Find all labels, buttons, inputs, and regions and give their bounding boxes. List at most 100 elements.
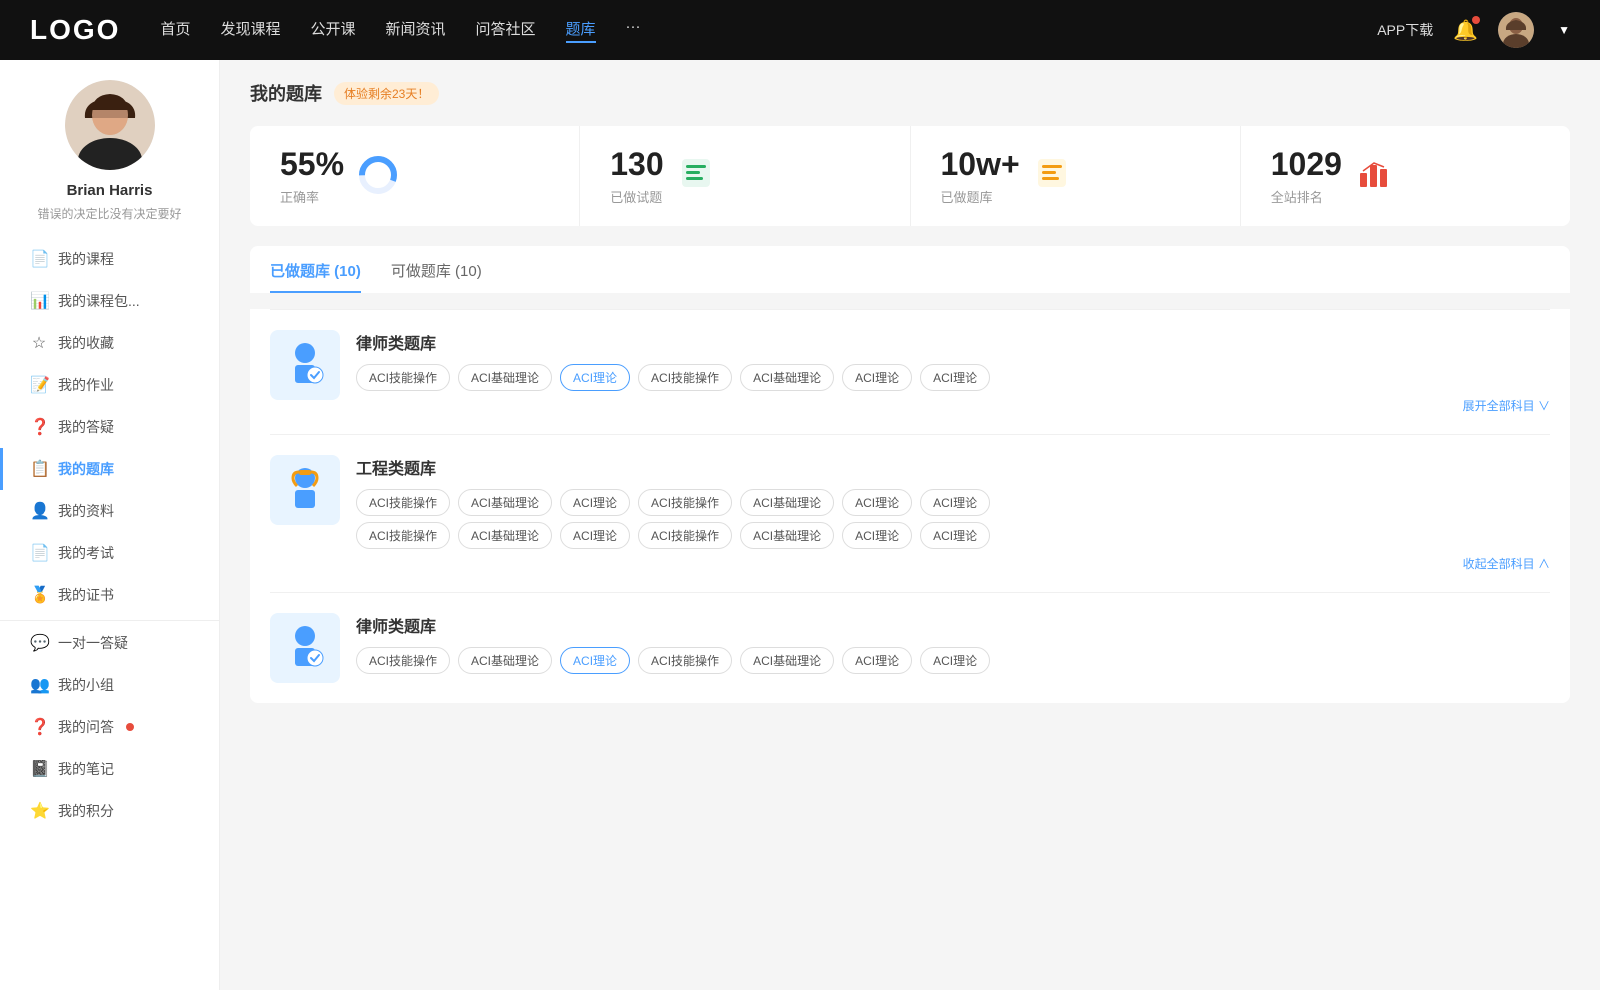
tag-2-6[interactable]: ACI理论 <box>920 489 990 516</box>
sidebar-item-certificates[interactable]: 🏅 我的证书 <box>0 574 219 616</box>
tag-2b-2[interactable]: ACI理论 <box>560 522 630 549</box>
tag-1-0[interactable]: ACI技能操作 <box>356 364 450 391</box>
homework-icon: 📝 <box>30 375 48 395</box>
sidebar: Brian Harris 错误的决定比没有决定要好 📄 我的课程 📊 我的课程包… <box>0 60 220 990</box>
qbank-name-3: 律师类题库 <box>356 613 1550 637</box>
stats-row: 55% 正确率 130 已做试题 <box>250 126 1570 226</box>
sidebar-label-favorites: 我的收藏 <box>58 333 114 353</box>
notification-dot <box>1472 16 1480 24</box>
sidebar-item-myqa[interactable]: ❓ 我的问答 <box>0 706 219 748</box>
nav-more[interactable]: ··· <box>626 18 641 43</box>
tag-1-3[interactable]: ACI技能操作 <box>638 364 732 391</box>
done-questions-icon <box>678 155 714 198</box>
stat-rank-value: 1029 <box>1271 146 1342 183</box>
tag-3-0[interactable]: ACI技能操作 <box>356 647 450 674</box>
tag-1-2[interactable]: ACI理论 <box>560 364 630 391</box>
done-banks-icon <box>1034 155 1070 198</box>
sidebar-item-qa[interactable]: ❓ 我的答疑 <box>0 406 219 448</box>
expand-link-1[interactable]: 展开全部科目 ∨ <box>356 397 1550 414</box>
stat-done-questions: 130 已做试题 <box>580 126 910 226</box>
sidebar-item-exams[interactable]: 📄 我的考试 <box>0 532 219 574</box>
tab-done[interactable]: 已做题库 (10) <box>270 260 361 293</box>
tag-2b-1[interactable]: ACI基础理论 <box>458 522 552 549</box>
qbank-info-2: 工程类题库 ACI技能操作 ACI基础理论 ACI理论 ACI技能操作 ACI基… <box>356 455 1550 572</box>
tag-1-6[interactable]: ACI理论 <box>920 364 990 391</box>
tag-3-1[interactable]: ACI基础理论 <box>458 647 552 674</box>
notification-bell[interactable]: 🔔 <box>1453 18 1478 43</box>
qbank-header-2: 工程类题库 ACI技能操作 ACI基础理论 ACI理论 ACI技能操作 ACI基… <box>270 455 1550 572</box>
tag-3-5[interactable]: ACI理论 <box>842 647 912 674</box>
tab-available[interactable]: 可做题库 (10) <box>391 260 482 293</box>
avatar[interactable] <box>1498 12 1534 48</box>
tag-3-4[interactable]: ACI基础理论 <box>740 647 834 674</box>
qbank-icon-lawyer-1 <box>270 330 340 400</box>
qbank-icon: 📋 <box>30 459 48 479</box>
tag-2b-3[interactable]: ACI技能操作 <box>638 522 732 549</box>
tags-row-1: ACI技能操作 ACI基础理论 ACI理论 ACI技能操作 ACI基础理论 AC… <box>356 364 1550 391</box>
packages-icon: 📊 <box>30 291 48 311</box>
tag-2-5[interactable]: ACI理论 <box>842 489 912 516</box>
myqa-dot <box>126 723 134 731</box>
groups-icon: 👥 <box>30 675 48 695</box>
sidebar-item-groups[interactable]: 👥 我的小组 <box>0 664 219 706</box>
tag-3-6[interactable]: ACI理论 <box>920 647 990 674</box>
notes-icon: 📓 <box>30 759 48 779</box>
tag-1-4[interactable]: ACI基础理论 <box>740 364 834 391</box>
tag-2-1[interactable]: ACI基础理论 <box>458 489 552 516</box>
sidebar-item-qbank[interactable]: 📋 我的题库 <box>0 448 219 490</box>
sidebar-label-homework: 我的作业 <box>58 375 114 395</box>
nav-news[interactable]: 新闻资讯 <box>386 18 446 43</box>
sidebar-item-favorites[interactable]: ☆ 我的收藏 <box>0 322 219 364</box>
qbank-info-1: 律师类题库 ACI技能操作 ACI基础理论 ACI理论 ACI技能操作 ACI基… <box>356 330 1550 414</box>
sidebar-item-courses[interactable]: 📄 我的课程 <box>0 238 219 280</box>
user-menu-chevron[interactable]: ▼ <box>1558 23 1570 37</box>
tag-2b-6[interactable]: ACI理论 <box>920 522 990 549</box>
sidebar-label-qbank: 我的题库 <box>58 459 114 479</box>
tab-bar: 已做题库 (10) 可做题库 (10) <box>250 246 1570 293</box>
sidebar-label-courses: 我的课程 <box>58 249 114 269</box>
sidebar-label-packages: 我的课程包... <box>58 291 140 311</box>
tag-2-0[interactable]: ACI技能操作 <box>356 489 450 516</box>
qbank-header-1: 律师类题库 ACI技能操作 ACI基础理论 ACI理论 ACI技能操作 ACI基… <box>270 330 1550 414</box>
sidebar-label-1on1: 一对一答疑 <box>58 633 128 653</box>
nav-qa[interactable]: 问答社区 <box>476 18 536 43</box>
nav-opencourse[interactable]: 公开课 <box>310 18 355 43</box>
tag-2b-0[interactable]: ACI技能操作 <box>356 522 450 549</box>
page-header: 我的题库 体验剩余23天！ <box>250 80 1570 106</box>
sidebar-label-exams: 我的考试 <box>58 543 114 563</box>
tag-3-2[interactable]: ACI理论 <box>560 647 630 674</box>
tag-2-2[interactable]: ACI理论 <box>560 489 630 516</box>
sidebar-item-1on1[interactable]: 💬 一对一答疑 <box>0 620 219 664</box>
app-download-btn[interactable]: APP下载 <box>1377 20 1433 40</box>
tags-row-3: ACI技能操作 ACI基础理论 ACI理论 ACI技能操作 ACI基础理论 AC… <box>356 647 1550 674</box>
sidebar-label-qa: 我的答疑 <box>58 417 114 437</box>
stat-accuracy-value: 55% <box>280 146 344 183</box>
myqa-icon: ❓ <box>30 717 48 737</box>
tag-1-1[interactable]: ACI基础理论 <box>458 364 552 391</box>
tag-2b-5[interactable]: ACI理论 <box>842 522 912 549</box>
sidebar-menu: 📄 我的课程 📊 我的课程包... ☆ 我的收藏 📝 我的作业 ❓ 我的答疑 📋 <box>0 238 219 832</box>
sidebar-label-cert: 我的证书 <box>58 585 114 605</box>
tag-1-5[interactable]: ACI理论 <box>842 364 912 391</box>
qbank-card-3: 律师类题库 ACI技能操作 ACI基础理论 ACI理论 ACI技能操作 ACI基… <box>270 592 1550 703</box>
logo[interactable]: LOGO <box>30 14 120 46</box>
sidebar-item-course-packages[interactable]: 📊 我的课程包... <box>0 280 219 322</box>
stat-accuracy-label: 正确率 <box>280 187 344 206</box>
tag-2-3[interactable]: ACI技能操作 <box>638 489 732 516</box>
tag-3-3[interactable]: ACI技能操作 <box>638 647 732 674</box>
nav-discover[interactable]: 发现课程 <box>220 18 280 43</box>
accuracy-chart <box>358 155 398 198</box>
sidebar-item-points[interactable]: ⭐ 我的积分 <box>0 790 219 832</box>
sidebar-item-notes[interactable]: 📓 我的笔记 <box>0 748 219 790</box>
nav-qbank[interactable]: 题库 <box>566 18 596 43</box>
sidebar-item-profile[interactable]: 👤 我的资料 <box>0 490 219 532</box>
navbar-right: APP下载 🔔 ▼ <box>1377 12 1570 48</box>
exams-icon: 📄 <box>30 543 48 563</box>
collapse-link-2[interactable]: 收起全部科目 ∧ <box>356 555 1550 572</box>
tag-2-4[interactable]: ACI基础理论 <box>740 489 834 516</box>
nav-home[interactable]: 首页 <box>160 18 190 43</box>
tag-2b-4[interactable]: ACI基础理论 <box>740 522 834 549</box>
profile-avatar <box>65 80 155 170</box>
sidebar-item-homework[interactable]: 📝 我的作业 <box>0 364 219 406</box>
ranking-icon <box>1356 155 1392 198</box>
